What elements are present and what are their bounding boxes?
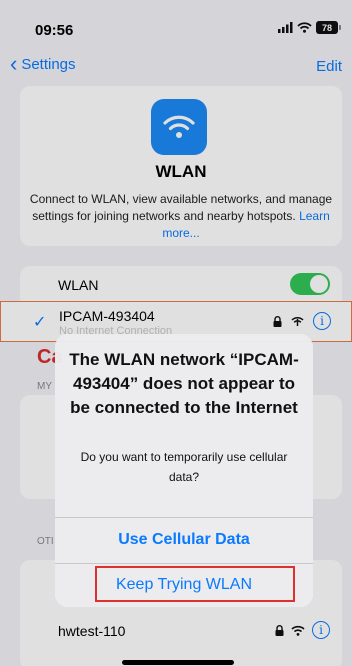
no-internet-alert: The WLAN network “IPCAM-493404” does not… [55, 334, 313, 607]
lock-icon [273, 315, 282, 327]
wlan-toggle[interactable] [290, 273, 330, 295]
section-header-my-networks: MY [37, 381, 52, 392]
info-icon[interactable]: i [312, 621, 330, 639]
chevron-left-icon: ‹ [10, 51, 18, 76]
connected-row-icons: i [273, 312, 331, 330]
signal-icon [278, 22, 293, 33]
home-indicator [122, 660, 234, 665]
lock-icon [275, 624, 284, 636]
alert-divider [55, 517, 313, 518]
network-row[interactable]: hwtest-110 i [20, 616, 342, 646]
wifi-status-icon [297, 22, 312, 33]
wlan-header-card: WLAN Connect to WLAN, view available net… [20, 86, 342, 246]
wifi-icon [151, 99, 207, 155]
status-bar: 09:56 78 [0, 0, 352, 50]
wlan-toggle-row: WLAN [20, 266, 342, 302]
network-name: hwtest-110 [58, 623, 126, 639]
section-header-other-networks: OTI [37, 536, 54, 547]
connected-network-name: IPCAM-493404 [59, 308, 155, 324]
highlight-box [95, 566, 295, 602]
edit-button[interactable]: Edit [316, 58, 342, 75]
alert-message: Do you want to temporarily use cellular … [80, 450, 288, 484]
status-icons: 78 [278, 21, 341, 34]
wlan-toggle-label: WLAN [58, 277, 99, 293]
info-icon[interactable]: i [313, 312, 331, 330]
wifi-no-internet-icon [291, 316, 304, 326]
alert-divider [55, 563, 313, 564]
alert-title: The WLAN network “IPCAM-493404” does not… [69, 350, 299, 417]
checkmark-icon: ✓ [33, 314, 47, 331]
page-title: WLAN [155, 162, 207, 181]
header-description: Connect to WLAN, view available networks… [28, 191, 334, 242]
description-text: Connect to WLAN, view available networks… [29, 192, 333, 223]
status-time: 09:56 [35, 22, 74, 39]
wifi-icon [291, 625, 305, 636]
wlan-settings-screen: 09:56 78 ‹ Settings Edit WLAN Connect to… [0, 0, 352, 666]
navigation-bar: ‹ Settings Edit [0, 52, 352, 82]
network-row-icons: i [275, 621, 330, 639]
back-button[interactable]: ‹ Settings [10, 51, 76, 76]
use-cellular-data-button[interactable]: Use Cellular Data [55, 531, 313, 553]
back-label: Settings [21, 55, 76, 73]
battery-icon: 78 [316, 21, 341, 34]
